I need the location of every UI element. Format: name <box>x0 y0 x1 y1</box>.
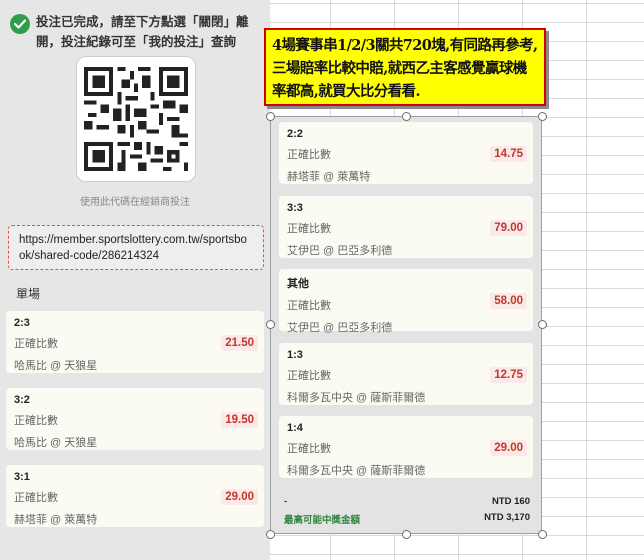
bet-market: 正確比數 <box>14 492 58 504</box>
summary-dash: - <box>284 496 288 507</box>
bet-score: 3:3 <box>287 202 303 214</box>
bet-match: 艾伊巴 @ 巴亞多利德 <box>287 322 393 334</box>
bet-card[interactable]: 1:4 正確比數 科爾多瓦中央 @ 薩斯菲爾德 29.00 <box>279 416 533 478</box>
share-url[interactable]: https://member.sportslottery.com.tw/spor… <box>8 225 264 270</box>
bet-score: 其他 <box>287 278 309 290</box>
bet-score: 2:3 <box>14 317 30 329</box>
bet-market: 正確比數 <box>14 415 58 427</box>
resize-handle-left[interactable] <box>266 320 275 329</box>
bet-card[interactable]: 3:3 正確比數 艾伊巴 @ 巴亞多利德 79.00 <box>279 196 533 258</box>
bet-card[interactable]: 其他 正確比數 艾伊巴 @ 巴亞多利德 58.00 <box>279 269 533 334</box>
success-message: 投注已完成，請至下方點選「關閉」離開，投注紀錄可至「我的投注」查詢 <box>36 15 249 49</box>
success-notice: 投注已完成，請至下方點選「關閉」離開，投注紀錄可至「我的投注」查詢 <box>10 12 260 52</box>
bet-odds: 21.50 <box>221 335 258 351</box>
check-circle-icon <box>10 14 30 34</box>
bet-card[interactable]: 3:1 正確比數 赫塔菲 @ 萊萬特 29.00 <box>6 465 264 527</box>
bet-score: 3:2 <box>14 394 30 406</box>
bet-odds: 29.00 <box>221 489 258 505</box>
bet-card[interactable]: 2:2 正確比數 赫塔菲 @ 萊萬特 14.75 <box>279 122 533 184</box>
resize-handle-bottom-right[interactable] <box>538 530 547 539</box>
bet-odds: 58.00 <box>490 293 527 309</box>
qr-code <box>76 56 196 182</box>
bet-slip-image[interactable]: 2:2 正確比數 赫塔菲 @ 萊萬特 14.75 3:3 正確比數 艾伊巴 @ … <box>270 116 542 534</box>
bet-score: 2:2 <box>287 128 303 140</box>
resize-handle-top[interactable] <box>402 112 411 121</box>
bet-card[interactable]: 1:3 正確比數 科爾多瓦中央 @ 薩斯菲爾德 12.75 <box>279 343 533 405</box>
max-payout-value: NTD 3,170 <box>484 512 530 523</box>
resize-handle-right[interactable] <box>538 320 547 329</box>
bet-confirmation-panel[interactable]: 投注已完成，請至下方點選「關閉」離開，投注紀錄可至「我的投注」查詢 使用此代碼在… <box>0 0 270 560</box>
resize-handle-top-right[interactable] <box>538 112 547 121</box>
bet-match: 赫塔菲 @ 萊萬特 <box>14 514 98 526</box>
bet-match: 科爾多瓦中央 @ 薩斯菲爾德 <box>287 392 426 404</box>
bet-odds: 19.50 <box>221 412 258 428</box>
bet-match: 艾伊巴 @ 巴亞多利德 <box>287 245 393 257</box>
bet-score: 3:1 <box>14 471 30 483</box>
bet-odds: 29.00 <box>490 440 527 456</box>
bet-score: 1:4 <box>287 422 303 434</box>
section-label-single: 單場 <box>16 287 41 301</box>
total-stake: NTD 160 <box>491 496 530 507</box>
max-payout-label: 最高可能中獎金額 <box>284 515 361 526</box>
bet-match: 科爾多瓦中央 @ 薩斯菲爾德 <box>287 465 426 477</box>
bet-card[interactable]: 2:3 正確比數 哈馬比 @ 天狼星 21.50 <box>6 311 264 373</box>
bet-market: 正確比數 <box>14 338 58 350</box>
bet-odds: 12.75 <box>490 367 527 383</box>
bet-match: 哈馬比 @ 天狼星 <box>14 360 98 372</box>
bet-card[interactable]: 3:2 正確比數 哈馬比 @ 天狼星 19.50 <box>6 388 264 450</box>
bet-odds: 79.00 <box>490 220 527 236</box>
bet-match: 哈馬比 @ 天狼星 <box>14 437 98 449</box>
annotation-text-box[interactable]: 4場賽事串1/2/3關共720塊,有同路再參考,三場賠率比較中賠,就西乙主客感覺… <box>264 28 546 106</box>
resize-handle-bottom-left[interactable] <box>266 530 275 539</box>
bet-match: 赫塔菲 @ 萊萬特 <box>287 171 371 183</box>
bet-odds: 14.75 <box>490 146 527 162</box>
resize-handle-bottom[interactable] <box>402 530 411 539</box>
resize-handle-top-left[interactable] <box>266 112 275 121</box>
qr-caption: 使用此代碼在經銷商投注 <box>80 197 190 208</box>
bet-score: 1:3 <box>287 349 303 361</box>
